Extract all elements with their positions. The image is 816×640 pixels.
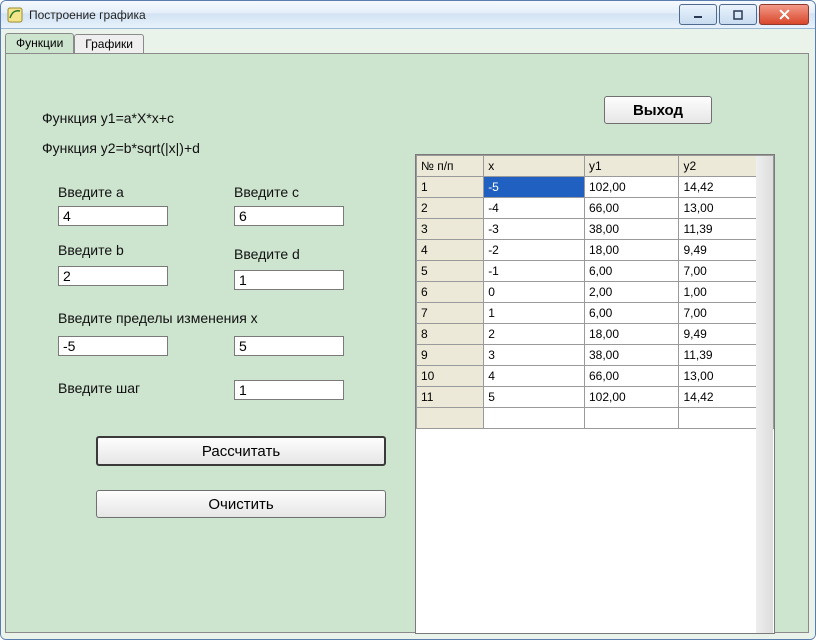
table-cell[interactable]: -4: [484, 198, 585, 219]
table-row[interactable]: 1-5102,0014,42: [417, 177, 774, 198]
table-cell[interactable]: 10: [417, 366, 484, 387]
input-step[interactable]: [234, 380, 344, 400]
table-row[interactable]: 10466,0013,00: [417, 366, 774, 387]
label-step: Введите шаг: [58, 380, 140, 396]
table-cell[interactable]: 18,00: [584, 324, 678, 345]
clear-button[interactable]: Очистить: [96, 490, 386, 518]
formula-y1-label: Функция y1=a*X*x+c: [42, 110, 174, 126]
maximize-button[interactable]: [719, 4, 757, 25]
table-row[interactable]: [417, 408, 774, 429]
label-range: Введите пределы изменения x: [58, 310, 258, 326]
tab-graphs[interactable]: Графики: [74, 34, 144, 54]
col-header-0: № п/п: [417, 156, 484, 177]
table-cell[interactable]: 2,00: [584, 282, 678, 303]
table-cell[interactable]: 38,00: [584, 345, 678, 366]
label-a: Введите a: [58, 184, 124, 200]
table-cell[interactable]: 4: [417, 240, 484, 261]
table-cell[interactable]: 18,00: [584, 240, 678, 261]
table-cell[interactable]: 3: [417, 219, 484, 240]
table-cell[interactable]: 38,00: [584, 219, 678, 240]
table-cell[interactable]: 2: [417, 198, 484, 219]
table-row[interactable]: 5-16,007,00: [417, 261, 774, 282]
window-title: Построение графика: [29, 8, 677, 22]
col-header-2: y1: [584, 156, 678, 177]
col-header-1: x: [484, 156, 585, 177]
table-cell[interactable]: [484, 408, 585, 429]
input-c[interactable]: [234, 206, 344, 226]
table-cell[interactable]: 66,00: [584, 198, 678, 219]
table-row[interactable]: 9338,0011,39: [417, 345, 774, 366]
app-icon: [7, 7, 23, 23]
app-window: Построение графика Функции Графики Выход…: [0, 0, 816, 640]
client-area: Функции Графики Выход Функция y1=a*X*x+c…: [1, 29, 815, 639]
table-cell[interactable]: 5: [484, 387, 585, 408]
table-cell[interactable]: 11: [417, 387, 484, 408]
table-cell[interactable]: 9: [417, 345, 484, 366]
close-button[interactable]: [759, 4, 809, 25]
table-cell[interactable]: 3: [484, 345, 585, 366]
table-cell[interactable]: 8: [417, 324, 484, 345]
table-cell[interactable]: -3: [484, 219, 585, 240]
table-cell[interactable]: 2: [484, 324, 585, 345]
table-cell[interactable]: 6,00: [584, 261, 678, 282]
table-cell[interactable]: 6,00: [584, 303, 678, 324]
table-cell[interactable]: 0: [484, 282, 585, 303]
label-c: Введите c: [234, 184, 299, 200]
label-d: Введите d: [234, 246, 300, 262]
table-row[interactable]: 115102,0014,42: [417, 387, 774, 408]
grid-scrollbar[interactable]: [756, 156, 773, 634]
formula-y2-label: Функция y2=b*sqrt(|x|)+d: [42, 140, 200, 156]
table-cell[interactable]: -1: [484, 261, 585, 282]
table-row[interactable]: 4-218,009,49: [417, 240, 774, 261]
table-row[interactable]: 602,001,00: [417, 282, 774, 303]
table-cell[interactable]: 66,00: [584, 366, 678, 387]
table-row[interactable]: 716,007,00: [417, 303, 774, 324]
table-cell[interactable]: 1: [417, 177, 484, 198]
input-d[interactable]: [234, 270, 344, 290]
tab-page-functions: Выход Функция y1=a*X*x+c Функция y2=b*sq…: [5, 53, 809, 633]
results-grid[interactable]: № п/п x y1 y2 1-5102,0014,422-466,0013,0…: [415, 154, 775, 634]
table-row[interactable]: 3-338,0011,39: [417, 219, 774, 240]
table-cell[interactable]: 7: [417, 303, 484, 324]
window-buttons: [677, 4, 809, 25]
exit-button[interactable]: Выход: [604, 96, 712, 124]
tab-strip: Функции Графики: [5, 33, 144, 53]
table-cell[interactable]: 4: [484, 366, 585, 387]
table-row[interactable]: 8218,009,49: [417, 324, 774, 345]
calc-button[interactable]: Рассчитать: [96, 436, 386, 466]
table-cell[interactable]: 5: [417, 261, 484, 282]
input-a[interactable]: [58, 206, 168, 226]
table-cell[interactable]: [584, 408, 678, 429]
tab-functions[interactable]: Функции: [5, 33, 74, 53]
input-xmax[interactable]: [234, 336, 344, 356]
table-row[interactable]: 2-466,0013,00: [417, 198, 774, 219]
table-cell[interactable]: -5: [484, 177, 585, 198]
input-xmin[interactable]: [58, 336, 168, 356]
titlebar: Построение графика: [1, 1, 815, 29]
table-cell[interactable]: 6: [417, 282, 484, 303]
label-b: Введите b: [58, 242, 124, 258]
minimize-button[interactable]: [679, 4, 717, 25]
table-cell[interactable]: 1: [484, 303, 585, 324]
table-cell[interactable]: 102,00: [584, 387, 678, 408]
results-table[interactable]: № п/п x y1 y2 1-5102,0014,422-466,0013,0…: [416, 155, 774, 429]
table-cell[interactable]: 102,00: [584, 177, 678, 198]
table-cell[interactable]: -2: [484, 240, 585, 261]
table-cell[interactable]: [417, 408, 484, 429]
input-b[interactable]: [58, 266, 168, 286]
